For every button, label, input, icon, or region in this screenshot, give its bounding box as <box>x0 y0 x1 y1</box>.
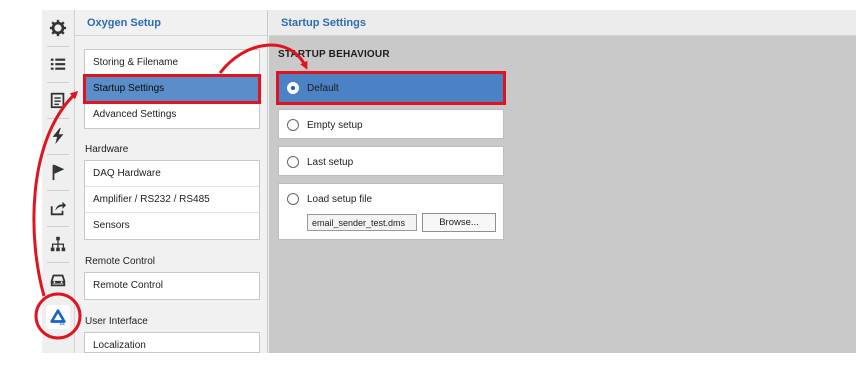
radio-last-setup[interactable] <box>287 156 299 168</box>
radio-default[interactable] <box>287 82 299 94</box>
oxygen-logo-icon[interactable] <box>46 305 70 329</box>
menu-item-advanced-settings[interactable]: Advanced Settings <box>85 102 259 128</box>
option-label: Load setup file <box>307 194 373 205</box>
panel-header: Startup Settings <box>269 10 856 36</box>
app-window: Oxygen Setup Storing & Filename Startup … <box>42 10 856 353</box>
setup-menu: Oxygen Setup Storing & Filename Startup … <box>75 10 268 353</box>
list-icon[interactable] <box>46 52 70 76</box>
menu-item-localization[interactable]: Localization <box>85 333 259 352</box>
storage-group: Storing & Filename Startup Settings Adva… <box>83 49 261 129</box>
lightning-icon[interactable] <box>46 124 70 148</box>
radio-load-setup-file[interactable] <box>287 193 299 205</box>
export-icon[interactable] <box>46 196 70 220</box>
document-icon[interactable] <box>46 88 70 112</box>
hardware-section-label: Hardware <box>85 144 129 155</box>
option-label: Default <box>307 83 339 94</box>
ui-group: Localization <box>84 332 260 353</box>
option-label: Last setup <box>307 157 354 168</box>
menu-item-remote-control[interactable]: Remote Control <box>85 273 259 299</box>
menu-header: Oxygen Setup <box>75 10 267 36</box>
browse-button[interactable]: Browse... <box>422 213 496 232</box>
option-last-setup[interactable]: Last setup <box>278 146 504 176</box>
gear-icon[interactable] <box>46 16 70 40</box>
startup-settings-panel: Startup Settings STARTUP BEHAVIOUR Defau… <box>269 10 856 353</box>
radio-empty-setup[interactable] <box>287 119 299 131</box>
setup-file-field[interactable]: email_sender_test.dms <box>307 214 417 231</box>
menu-item-startup-settings[interactable]: Startup Settings <box>83 74 261 104</box>
menu-item-daq-hardware[interactable]: DAQ Hardware <box>85 161 259 187</box>
car-icon[interactable] <box>46 268 70 292</box>
option-label: Empty setup <box>307 120 363 131</box>
section-title: STARTUP BEHAVIOUR <box>278 49 390 60</box>
icon-rail <box>42 10 75 353</box>
option-load-setup-file[interactable]: Load setup file email_sender_test.dms Br… <box>278 183 504 240</box>
remote-group: Remote Control <box>84 272 260 300</box>
menu-item-sensors[interactable]: Sensors <box>85 213 259 239</box>
ui-section-label: User Interface <box>85 316 148 327</box>
remote-section-label: Remote Control <box>85 256 156 267</box>
flag-icon[interactable] <box>46 160 70 184</box>
hardware-group: DAQ Hardware Amplifier / RS232 / RS485 S… <box>84 160 260 240</box>
option-empty-setup[interactable]: Empty setup <box>278 109 504 139</box>
option-default[interactable]: Default <box>276 71 506 105</box>
menu-item-amplifier[interactable]: Amplifier / RS232 / RS485 <box>85 187 259 213</box>
network-icon[interactable] <box>46 232 70 256</box>
menu-item-storing-filename[interactable]: Storing & Filename <box>85 50 259 76</box>
